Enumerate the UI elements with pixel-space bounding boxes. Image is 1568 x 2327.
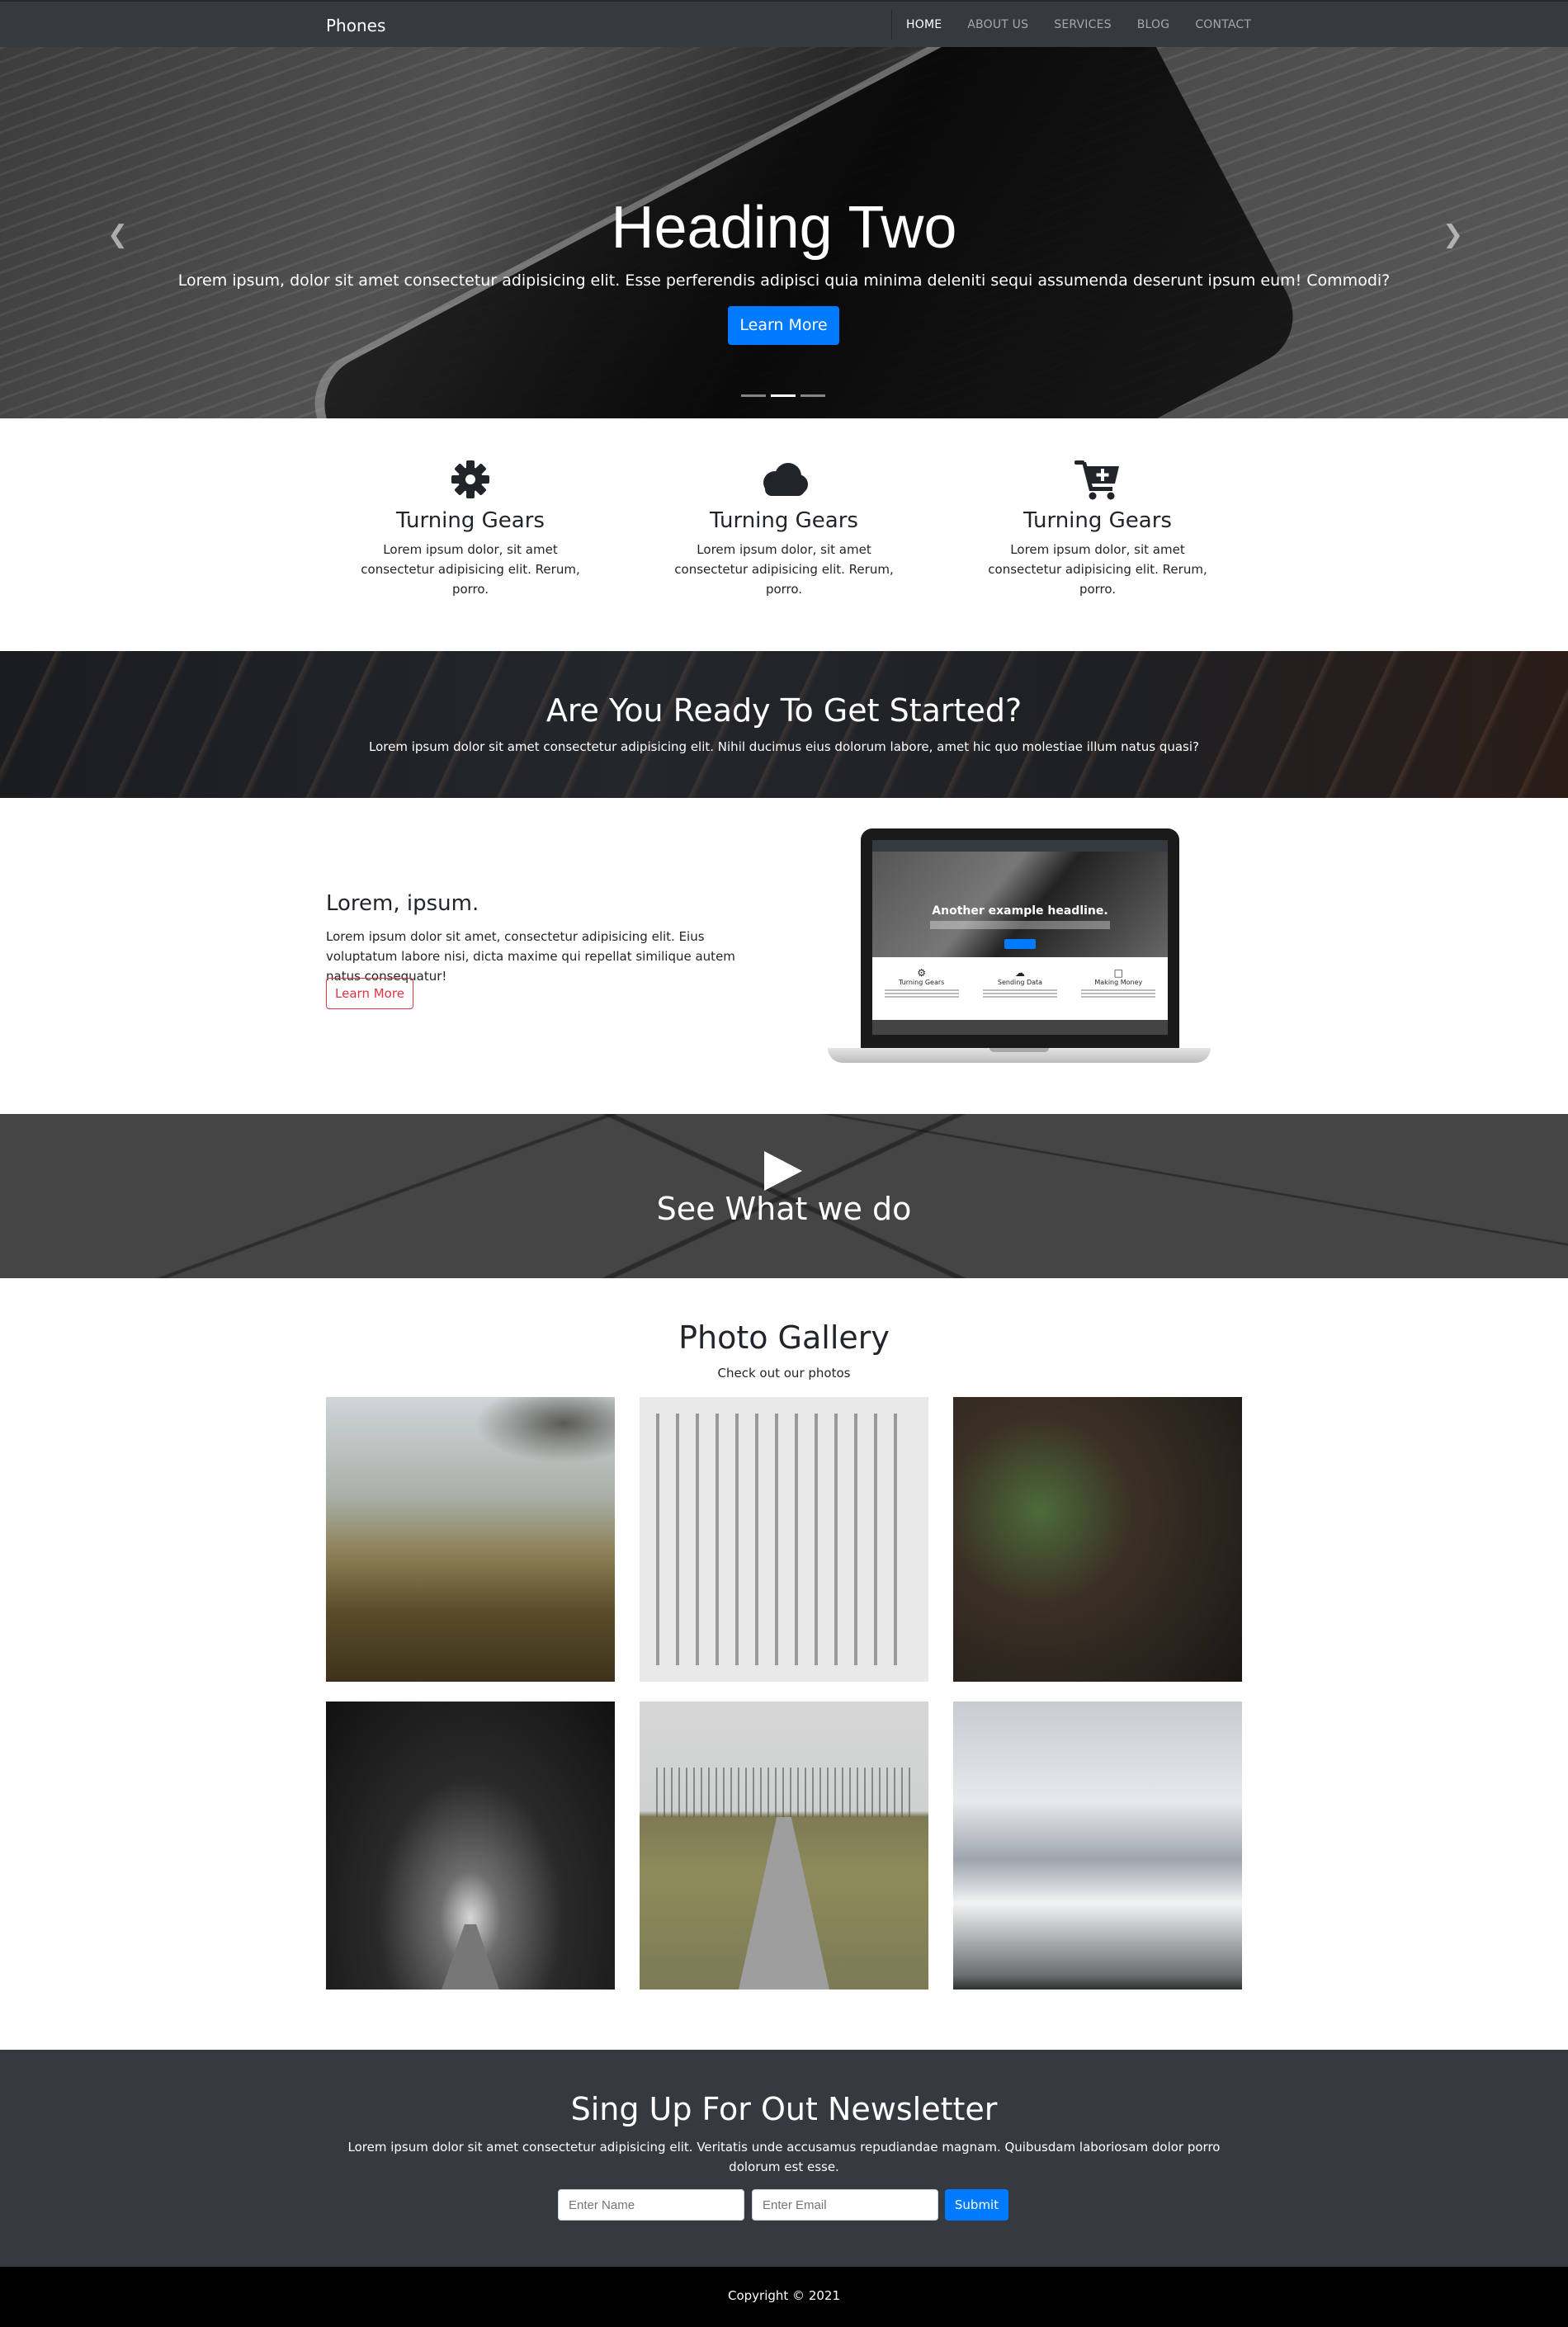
laptop-screen-feature: ☁ Sending Data bbox=[982, 967, 1057, 1020]
carousel-indicator-2[interactable] bbox=[771, 394, 796, 397]
video-section: See What we do bbox=[0, 1114, 1568, 1278]
navbar-divider bbox=[891, 10, 892, 40]
carousel-indicator-3[interactable] bbox=[801, 394, 825, 397]
features-section: Turning Gears Lorem ipsum dolor, sit ame… bbox=[0, 418, 1568, 651]
about-title: Lorem, ipsum. bbox=[326, 891, 479, 916]
nav-link-about-us[interactable]: ABOUT US bbox=[967, 18, 1028, 31]
about-section: Lorem, ipsum. Lorem ipsum dolor sit amet… bbox=[0, 798, 1568, 1114]
laptop-image: Another example headline. ⚙ Turning Gears… bbox=[828, 828, 1211, 1069]
hero-text: Lorem ipsum, dolor sit amet consectetur … bbox=[177, 271, 1391, 290]
cart-plus-icon bbox=[974, 455, 1221, 503]
carousel-indicators bbox=[741, 394, 825, 397]
footer: Copyright © 2021 bbox=[0, 2267, 1568, 2327]
cloud-icon bbox=[660, 455, 908, 503]
newsletter-title: Sing Up For Out Newsletter bbox=[570, 2091, 998, 2127]
cta-section: Are You Ready To Get Started? Lorem ipsu… bbox=[0, 651, 1568, 798]
laptop-screen-feature-title: Making Money bbox=[1094, 979, 1143, 986]
carousel-indicator-1[interactable] bbox=[741, 394, 766, 397]
laptop-screen-navbar bbox=[872, 840, 1168, 852]
laptop-screen-feature: ⚙ Turning Gears bbox=[884, 967, 959, 1020]
gallery-photo-path-with-trees[interactable] bbox=[640, 1702, 928, 1990]
laptop-screen-subtext bbox=[930, 921, 1110, 929]
feature-title: Turning Gears bbox=[396, 508, 545, 533]
brand-logo[interactable]: Phones bbox=[326, 16, 385, 35]
cta-text: Lorem ipsum dolor sit amet consectetur a… bbox=[369, 739, 1199, 754]
laptop-screen-feature-lines bbox=[884, 989, 959, 998]
gallery-title: Photo Gallery bbox=[678, 1319, 890, 1356]
photo-clouds bbox=[475, 1397, 615, 1463]
laptop-notch bbox=[989, 1048, 1049, 1052]
about-learn-more-button[interactable]: Learn More bbox=[326, 978, 413, 1009]
navbar: Phones HOME ABOUT US SERVICES BLOG CONTA… bbox=[0, 0, 1568, 47]
cta-title: Are You Ready To Get Started? bbox=[545, 692, 1023, 729]
laptop-screen: Another example headline. ⚙ Turning Gears… bbox=[872, 840, 1168, 1035]
photo-road bbox=[442, 1924, 499, 1990]
gallery-photo-typewriter-parts[interactable] bbox=[640, 1397, 928, 1682]
cloud-icon: ☁ bbox=[1014, 967, 1025, 979]
laptop-screen-feature-title: Turning Gears bbox=[898, 979, 945, 986]
nav-link-contact[interactable]: CONTACT bbox=[1195, 18, 1251, 31]
feature-text: Lorem ipsum dolor, sit amet consectetur … bbox=[361, 542, 580, 597]
laptop-screen-feature-lines bbox=[1081, 989, 1156, 998]
feature-text: Lorem ipsum dolor, sit amet consectetur … bbox=[988, 542, 1207, 597]
laptop-screen-feature-title: Sending Data bbox=[997, 979, 1043, 986]
nav-links: HOME ABOUT US SERVICES BLOG CONTACT bbox=[906, 18, 1251, 31]
cart-plus-icon: □ bbox=[1113, 967, 1123, 979]
laptop-screen-feature: □ Making Money bbox=[1081, 967, 1156, 1020]
laptop-screen-footer bbox=[872, 1020, 1168, 1035]
hero-carousel: ❮ ❯ Heading Two Lorem ipsum, dolor sit a… bbox=[0, 47, 1568, 418]
hero-title: Heading Two bbox=[611, 195, 957, 261]
newsletter-section: Sing Up For Out Newsletter Lorem ipsum d… bbox=[0, 2050, 1568, 2267]
play-icon[interactable] bbox=[764, 1151, 802, 1191]
photo-gallery-section: Photo Gallery Check out our photos bbox=[0, 1278, 1568, 2050]
laptop-screen-button bbox=[1004, 939, 1036, 949]
email-input[interactable] bbox=[752, 2189, 938, 2221]
hero-learn-more-button[interactable]: Learn More bbox=[728, 306, 839, 345]
nav-link-services[interactable]: SERVICES bbox=[1054, 18, 1112, 31]
feature-text: Lorem ipsum dolor, sit amet consectetur … bbox=[674, 542, 894, 597]
newsletter-text: Lorem ipsum dolor sit amet consectetur a… bbox=[347, 2140, 1221, 2174]
gear-icon: ⚙ bbox=[917, 967, 927, 979]
feature-title: Turning Gears bbox=[1023, 508, 1172, 533]
feature-card: Turning Gears Lorem ipsum dolor, sit ame… bbox=[347, 455, 594, 599]
video-title: See What we do bbox=[656, 1191, 912, 1227]
copyright-text: Copyright © 2021 bbox=[727, 2288, 840, 2303]
gallery-subtitle: Check out our photos bbox=[717, 1366, 851, 1381]
gear-icon bbox=[347, 455, 594, 503]
gallery-photo-landscape-hills[interactable] bbox=[326, 1397, 615, 1682]
nav-link-home[interactable]: HOME bbox=[906, 18, 942, 31]
photo-path bbox=[739, 1817, 829, 1990]
feature-card: Turning Gears Lorem ipsum dolor, sit ame… bbox=[974, 455, 1221, 599]
laptop-screen-feature-lines bbox=[982, 989, 1057, 998]
submit-button[interactable]: Submit bbox=[945, 2189, 1008, 2221]
nav-link-blog[interactable]: BLOG bbox=[1137, 18, 1170, 31]
laptop-screen-headline: Another example headline. bbox=[932, 904, 1108, 918]
feature-card: Turning Gears Lorem ipsum dolor, sit ame… bbox=[660, 455, 908, 599]
photo-parts-grid bbox=[656, 1414, 912, 1665]
gallery-photo-tree-tunnel-road[interactable] bbox=[326, 1702, 615, 1990]
gallery-photo-forest-floor[interactable] bbox=[953, 1397, 1242, 1682]
feature-title: Turning Gears bbox=[710, 508, 858, 533]
gallery-photo-snowy-mountains[interactable] bbox=[953, 1702, 1242, 1990]
laptop-screen-features: ⚙ Turning Gears ☁ Sending Data □ Making Mon… bbox=[872, 957, 1168, 1020]
photo-trees bbox=[656, 1768, 912, 1817]
name-input[interactable] bbox=[558, 2189, 744, 2221]
